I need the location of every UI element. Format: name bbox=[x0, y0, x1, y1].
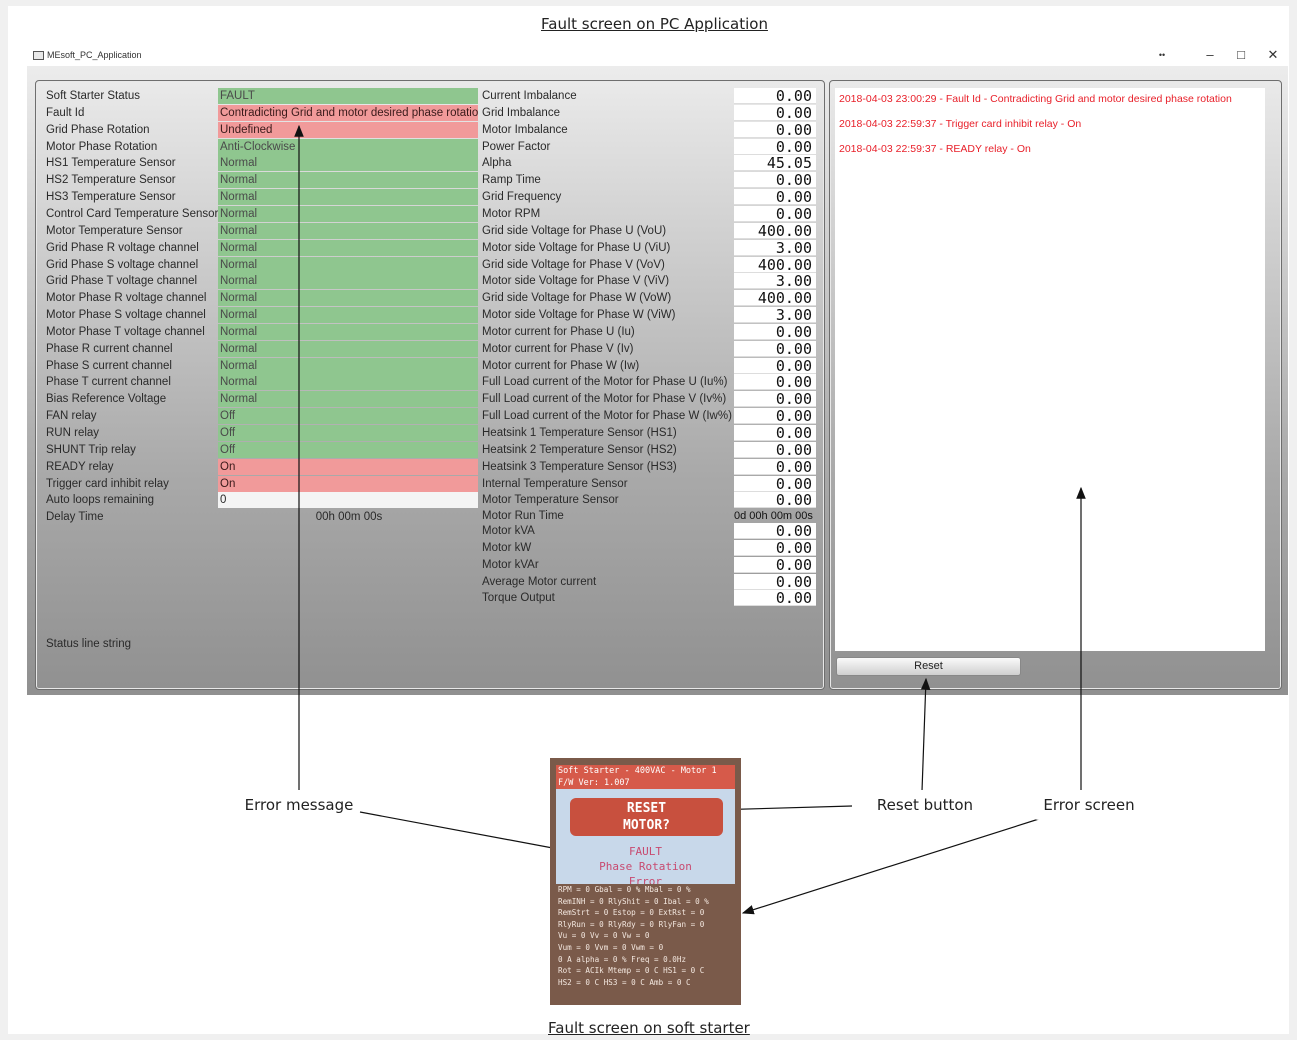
device-reset-motor-button[interactable]: RESET MOTOR? bbox=[570, 798, 723, 836]
device-stat-line: Vum = 0 Vvm = 0 Vwm = 0 bbox=[558, 942, 664, 952]
device-fault-message: Phase Rotation bbox=[599, 860, 692, 873]
device-stat-line: 0 A alpha = 0 % Freq = 0.0Hz bbox=[558, 954, 687, 964]
device-stat-line: RemStrt = 0 Estop = 0 ExtRst = 0 bbox=[558, 908, 705, 918]
device-stat-line: Rot = ACIk Mtemp = 0 C HS1 = 0 C bbox=[558, 966, 705, 976]
device-header: Soft Starter - 400VAC - Motor 1 F/W Ver:… bbox=[556, 765, 735, 789]
callout-reset-button: Reset button bbox=[852, 790, 998, 820]
bottom-caption: Fault screen on soft starter bbox=[548, 1019, 750, 1037]
callout-error-message: Error message bbox=[237, 790, 361, 820]
device-stat-line: RemINH = 0 RlyShit = 0 Ibal = 0 % bbox=[558, 896, 709, 906]
device-stat-line: RPM = 0 Gbal = 0 % Mbal = 0 % bbox=[558, 885, 691, 894]
device-stat-line: RlyRun = 0 RlyRdy = 0 RlyFan = 0 bbox=[558, 919, 705, 929]
arrow-error-screen-to-device bbox=[741, 817, 1043, 915]
arrow-reset-to-button bbox=[920, 677, 931, 792]
device-stat-line: HS2 = 0 C HS3 = 0 C Amb = 0 C bbox=[558, 977, 691, 987]
device-firmware: F/W Ver: 1.007 bbox=[558, 778, 630, 788]
device-stat-line: Vu = 0 Vv = 0 Vw = 0 bbox=[558, 931, 650, 941]
device-motor-label: MOTOR? bbox=[623, 818, 670, 833]
device-reset-label: RESET bbox=[626, 801, 667, 816]
arrow-error-message-to-device bbox=[359, 811, 576, 855]
device-screen: Soft Starter - 400VAC - Motor 1 F/W Ver:… bbox=[556, 765, 735, 999]
callout-error-screen: Error screen bbox=[1025, 790, 1153, 820]
device-stats: RPM = 0 Gbal = 0 % Mbal = 0 % RemINH = 0 … bbox=[556, 884, 735, 999]
soft-starter-device: Soft Starter - 400VAC - Motor 1 F/W Ver:… bbox=[550, 758, 741, 1005]
device-fault-title: FAULT bbox=[628, 845, 663, 858]
device-model: Soft Starter - 400VAC - Motor 1 bbox=[558, 766, 717, 776]
